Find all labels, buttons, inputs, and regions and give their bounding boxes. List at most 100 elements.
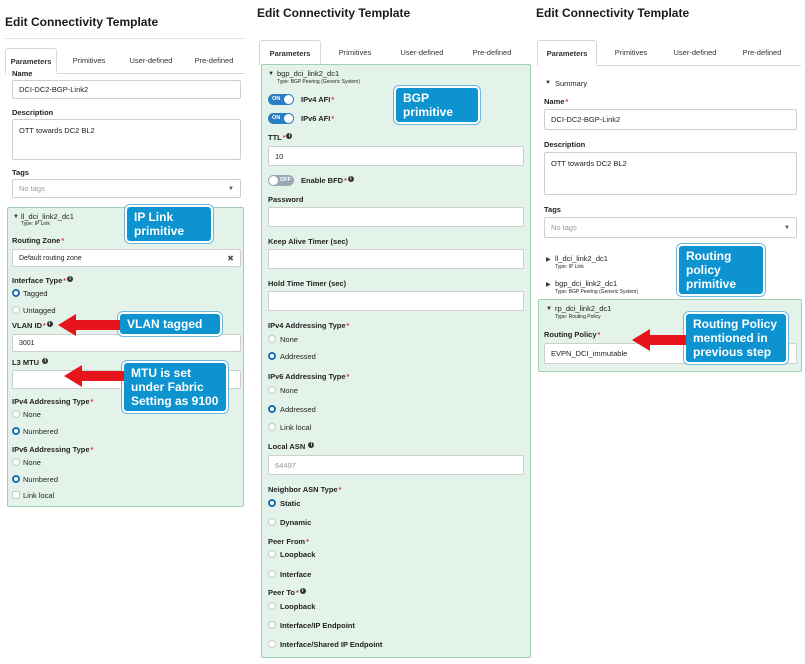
ttl-field[interactable]: 10 bbox=[268, 146, 524, 166]
link-local-label: Link local bbox=[23, 491, 55, 500]
tab-pre-defined[interactable]: Pre-defined bbox=[729, 40, 795, 66]
peer-from-loopback-label: Loopback bbox=[280, 550, 316, 559]
radio-untagged[interactable] bbox=[12, 306, 20, 314]
password-label: Password bbox=[268, 195, 304, 204]
enable-bfd-label: Enable BFD* i bbox=[301, 176, 354, 185]
tab-primitives[interactable]: Primitives bbox=[61, 48, 117, 74]
expand-caret-icon[interactable]: ▶ bbox=[546, 256, 551, 263]
radio-dynamic[interactable] bbox=[268, 518, 276, 526]
vlan-id-label: VLAN ID* i bbox=[12, 321, 53, 330]
name-field[interactable]: DCI-DC2-BGP-Link2 bbox=[544, 109, 797, 130]
clear-icon[interactable]: ✖ bbox=[227, 254, 234, 263]
radio-ipv6-link-local[interactable] bbox=[268, 423, 276, 431]
ipv6-numbered-label: Numbered bbox=[23, 475, 59, 484]
tab-bar: Parameters Primitives User-defined Pre-d… bbox=[537, 40, 801, 66]
description-field[interactable]: OTT towards DC2 BL2 bbox=[12, 119, 241, 160]
chevron-down-icon: ▼ bbox=[784, 224, 790, 231]
radio-peer-to-loopback[interactable] bbox=[268, 602, 276, 610]
collapse-caret-icon[interactable]: ▼ bbox=[546, 306, 552, 312]
tags-select[interactable]: No tags ▼ bbox=[12, 179, 241, 198]
tab-pre-defined[interactable]: Pre-defined bbox=[459, 40, 525, 66]
local-asn-label: Local ASN i bbox=[268, 442, 315, 451]
radio-ipv4-none[interactable] bbox=[12, 410, 20, 418]
routing-policy-label: Routing Policy* bbox=[544, 330, 601, 339]
radio-peer-to-interface-ip[interactable] bbox=[268, 621, 276, 629]
interface-type-label: Interface Type* i bbox=[12, 276, 74, 285]
ipv4-none-label: None bbox=[280, 335, 298, 344]
tab-primitives[interactable]: Primitives bbox=[325, 40, 385, 66]
ipv6-addressing-label: IPv6 Addressing Type* bbox=[12, 445, 94, 454]
block-type: Type: Routing Policy bbox=[555, 314, 601, 320]
collapse-caret-icon[interactable]: ▼ bbox=[545, 80, 551, 86]
static-label: Static bbox=[280, 499, 301, 508]
keepalive-label: Keep Alive Timer (sec) bbox=[268, 237, 349, 246]
ipv6-afi-label: IPv6 AFI* bbox=[301, 114, 335, 123]
keepalive-field[interactable] bbox=[268, 249, 524, 269]
block-title: rp_dci_link2_dc1 bbox=[555, 304, 612, 313]
radio-ipv6-addressed[interactable] bbox=[268, 405, 276, 413]
ipv4-addressing-label: IPv4 Addressing Type* bbox=[12, 397, 94, 406]
panel-title: Edit Connectivity Template bbox=[536, 6, 690, 20]
panel-title: Edit Connectivity Template bbox=[257, 6, 411, 20]
ipv4-addressing-label: IPv4 Addressing Type* bbox=[268, 321, 350, 330]
neighbor-asn-label: Neighbor ASN Type* bbox=[268, 485, 342, 494]
dynamic-label: Dynamic bbox=[280, 518, 312, 527]
summary-label[interactable]: Summary bbox=[555, 79, 587, 88]
tags-placeholder: No tags bbox=[19, 184, 45, 193]
tab-parameters[interactable]: Parameters bbox=[537, 40, 597, 66]
tab-bar: Parameters Primitives User-defined Pre-d… bbox=[5, 48, 245, 74]
name-field[interactable]: DCI-DC2-BGP-Link2 bbox=[12, 80, 241, 99]
radio-ipv4-numbered[interactable] bbox=[12, 427, 20, 435]
radio-peer-to-shared-ip[interactable] bbox=[268, 640, 276, 648]
arrow-mtu bbox=[64, 365, 124, 387]
peer-from-interface-label: Interface bbox=[280, 570, 312, 579]
tab-pre-defined[interactable]: Pre-defined bbox=[185, 48, 243, 74]
routing-zone-label: Routing Zone* bbox=[12, 236, 65, 245]
password-field[interactable] bbox=[268, 207, 524, 227]
vlan-id-field[interactable]: 3001 bbox=[12, 334, 241, 352]
radio-peer-from-loopback[interactable] bbox=[268, 550, 276, 558]
radio-static[interactable] bbox=[268, 499, 276, 507]
local-asn-field[interactable]: 64497 bbox=[268, 455, 524, 475]
radio-ipv4-none[interactable] bbox=[268, 335, 276, 343]
ipv4-addressed-label: Addressed bbox=[280, 352, 316, 361]
holdtime-field[interactable] bbox=[268, 291, 524, 311]
radio-ipv6-numbered[interactable] bbox=[12, 475, 20, 483]
tagged-label: Tagged bbox=[23, 289, 48, 298]
peer-to-loopback-label: Loopback bbox=[280, 602, 316, 611]
radio-ipv4-addressed[interactable] bbox=[268, 352, 276, 360]
block-type: Type: BGP Peering (Generic System) bbox=[277, 79, 360, 85]
name-label: Name bbox=[12, 69, 33, 78]
tab-user-defined[interactable]: User-defined bbox=[663, 40, 727, 66]
tab-primitives[interactable]: Primitives bbox=[601, 40, 661, 66]
tags-select[interactable]: No tags ▼ bbox=[544, 217, 797, 238]
callout-routing-policy-mentioned: Routing Policy mentioned in previous ste… bbox=[684, 312, 788, 364]
radio-peer-from-interface[interactable] bbox=[268, 570, 276, 578]
holdtime-label: Hold Time Timer (sec) bbox=[268, 279, 347, 288]
radio-ipv6-none[interactable] bbox=[268, 386, 276, 394]
radio-ipv6-none[interactable] bbox=[12, 458, 20, 466]
enable-bfd-toggle[interactable]: OFF bbox=[268, 175, 294, 186]
primitive-item-ip-link[interactable]: ll_dci_link2_dc1 bbox=[555, 254, 608, 263]
collapse-caret-icon[interactable]: ▼ bbox=[13, 214, 19, 220]
ipv6-link-local-label: Link local bbox=[280, 423, 312, 432]
radio-tagged[interactable] bbox=[12, 289, 20, 297]
description-label: Description bbox=[544, 140, 586, 149]
tab-parameters[interactable]: Parameters bbox=[259, 40, 321, 66]
tags-label: Tags bbox=[12, 168, 29, 177]
checkbox-link-local[interactable] bbox=[12, 491, 20, 499]
description-label: Description bbox=[12, 108, 54, 117]
panel-title: Edit Connectivity Template bbox=[5, 15, 159, 29]
expand-caret-icon[interactable]: ▶ bbox=[546, 281, 551, 288]
tab-user-defined[interactable]: User-defined bbox=[387, 40, 457, 66]
collapse-caret-icon[interactable]: ▼ bbox=[268, 71, 274, 77]
primitive-item-bgp[interactable]: bgp_dci_link2_dc1 bbox=[555, 279, 617, 288]
ipv4-afi-toggle[interactable]: ON bbox=[268, 94, 294, 105]
callout-vlan-tagged: VLAN tagged bbox=[118, 312, 222, 336]
ipv6-afi-toggle[interactable]: ON bbox=[268, 113, 294, 124]
ipv6-addressed-label: Addressed bbox=[280, 405, 316, 414]
description-field[interactable]: OTT towards DC2 BL2 bbox=[544, 152, 797, 195]
routing-zone-select[interactable]: Default routing zone ✖ bbox=[12, 249, 241, 267]
block-title: ll_dci_link2_dc1 bbox=[21, 212, 74, 221]
tab-user-defined[interactable]: User-defined bbox=[119, 48, 183, 74]
